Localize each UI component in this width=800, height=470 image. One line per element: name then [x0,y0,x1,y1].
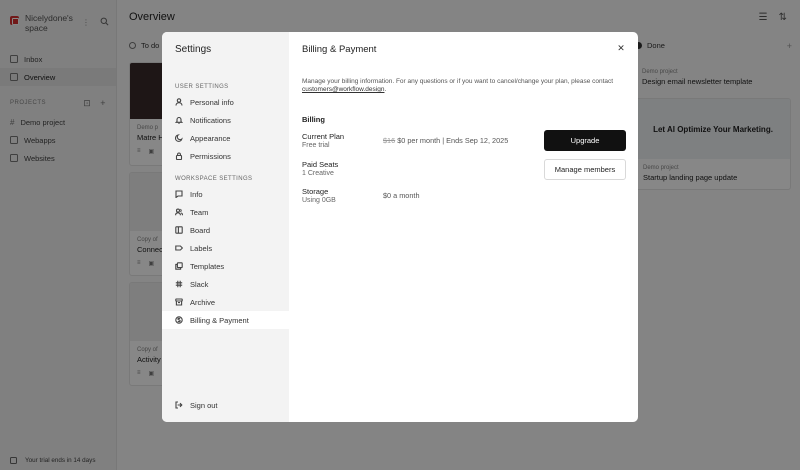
settings-item-label: Labels [190,243,213,253]
sign-out-label: Sign out [190,400,218,410]
settings-item-label: Board [190,225,211,235]
settings-item-board[interactable]: Board [162,221,289,239]
settings-item-label: Templates [190,261,225,271]
billing-heading: Billing [302,115,325,124]
settings-item-label: Team [190,207,209,217]
settings-item-label: Slack [190,279,209,289]
current-price: $0 per month [397,136,441,145]
current-plan-price: $16 $0 per month | Ends Sep 12, 2025 [383,136,508,145]
info-icon [175,190,183,198]
manage-members-button[interactable]: Manage members [544,159,626,180]
description-suffix: . [384,86,387,93]
settings-item-info[interactable]: Info [162,185,289,203]
contact-email-link[interactable]: customers@workflow.design [302,86,384,93]
workspace-settings-heading: WORKSPACE SETTINGS [175,176,253,182]
settings-item-label: Billing & Payment [190,315,249,325]
archive-icon [175,298,183,306]
board-icon [175,226,183,234]
settings-item-labels[interactable]: Labels [162,239,289,257]
old-price: $16 [383,136,396,145]
team-icon [175,208,183,216]
templates-icon [175,262,183,270]
workspace-settings-group: WORKSPACE SETTINGS Info Team Board Label… [162,173,289,329]
settings-modal: Settings USER SETTINGS Personal info Not… [162,32,638,422]
close-icon[interactable]: ✕ [617,44,625,53]
settings-sidebar: Settings USER SETTINGS Personal info Not… [162,32,289,422]
label-icon [175,244,183,252]
billing-panel: Billing & Payment ✕ Manage your billing … [289,32,638,422]
settings-item-archive[interactable]: Archive [162,293,289,311]
billing-icon [175,316,183,324]
user-settings-group: USER SETTINGS Personal info Notification… [162,81,289,165]
bell-icon [175,116,183,124]
description-text: Manage your billing information. For any… [302,78,614,85]
settings-item-label: Personal info [190,97,234,107]
user-settings-heading: USER SETTINGS [175,84,229,90]
billing-description: Manage your billing information. For any… [302,78,622,94]
storage-label: Storage [302,187,329,196]
settings-item-permissions[interactable]: Permissions [162,147,289,165]
sign-out-button[interactable]: Sign out [162,396,289,414]
settings-item-label: Permissions [190,151,231,161]
settings-item-notifications[interactable]: Notifications [162,111,289,129]
storage-sub: Using 0GB [302,197,336,204]
upgrade-button[interactable]: Upgrade [544,130,626,151]
slack-icon [175,280,183,288]
storage-price: $0 a month [383,191,420,200]
settings-item-label: Archive [190,297,216,307]
lock-icon [175,152,183,160]
settings-title: Settings [175,44,212,55]
settings-item-label: Notifications [190,115,231,125]
settings-item-templates[interactable]: Templates [162,257,289,275]
settings-item-label: Appearance [190,133,231,143]
settings-item-personal-info[interactable]: Personal info [162,93,289,111]
moon-icon [175,134,183,142]
settings-item-team[interactable]: Team [162,203,289,221]
panel-title: Billing & Payment [302,44,377,55]
sign-out-group: Sign out [162,396,289,414]
settings-item-label: Info [190,189,203,199]
sign-out-icon [175,401,183,409]
settings-item-slack[interactable]: Slack [162,275,289,293]
storage-row: Storage Using 0GB $0 a month [302,187,626,205]
settings-item-appearance[interactable]: Appearance [162,129,289,147]
user-icon [175,98,183,106]
plan-end-date: | Ends Sep 12, 2025 [442,136,509,145]
settings-item-billing[interactable]: Billing & Payment [162,311,289,329]
